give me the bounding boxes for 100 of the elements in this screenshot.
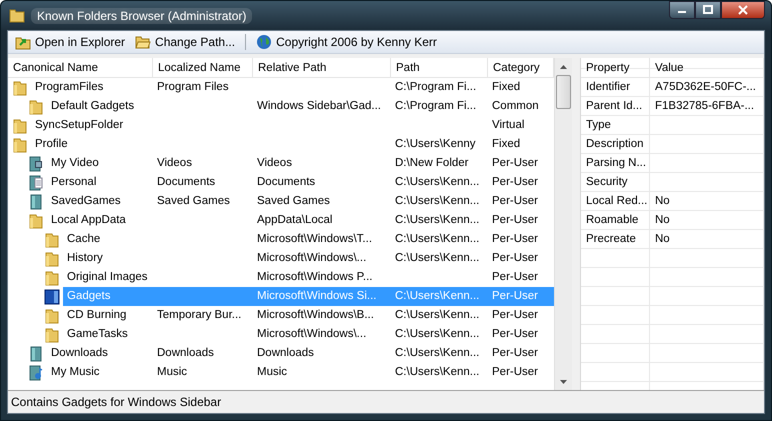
table-cell-text: Per-User — [492, 232, 538, 247]
tree-row[interactable]: SavedGames Saved Games Saved Games C:\Users\Kenn... Per-User — [47, 192, 554, 211]
folder-name: Cache — [67, 232, 100, 247]
binder-icon — [28, 194, 44, 210]
table-cell-text: Virtual — [492, 118, 524, 133]
tree-row[interactable]: Profile C:\Users\Kenny Fixed — [31, 135, 554, 154]
folder-name: Gadgets — [67, 289, 110, 304]
scroll-up-icon[interactable] — [560, 64, 568, 68]
folder-name: Downloads — [51, 346, 108, 361]
table-cell-text: Per-User — [492, 156, 538, 171]
folder-name: SavedGames — [51, 194, 121, 209]
table-cell-text: Microsoft\Windows\... — [257, 251, 366, 266]
table-cell-text: C:\Users\Kenn... — [395, 346, 480, 361]
tree-row[interactable]: Downloads Downloads Downloads C:\Users\Kenn... Per-User — [47, 344, 554, 363]
table-cell-text: Music — [257, 365, 288, 380]
table-cell-text: Per-User — [492, 289, 538, 304]
table-cell-text: Fixed — [492, 137, 520, 152]
column-header[interactable]: Path — [391, 58, 488, 78]
folder-name: Original Images — [67, 270, 148, 285]
folder-name: SyncSetupFolder — [35, 118, 124, 133]
folder-icon — [44, 250, 60, 266]
table-cell-text: Per-User — [492, 365, 538, 380]
maximize-icon — [702, 5, 714, 15]
close-button[interactable] — [721, 1, 765, 19]
table-cell-text: Downloads — [157, 346, 214, 361]
folder-icon — [44, 326, 60, 342]
folder-icon — [44, 232, 60, 248]
tree-row[interactable]: Default Gadgets Windows Sidebar\Gad... C:\Program Fi... Common — [47, 97, 554, 116]
table-cell-text: Microsoft\Windows\... — [257, 327, 366, 342]
table-cell-text: Fixed — [492, 80, 520, 95]
folder-name: My Video — [51, 156, 99, 171]
video-folder-icon — [28, 156, 44, 172]
table-cell-text: Videos — [257, 156, 292, 171]
table-cell-text: Microsoft\Windows P... — [257, 270, 372, 285]
folder-name: Local AppData — [51, 213, 126, 228]
folder-icon — [135, 34, 152, 50]
table-cell-text: Microsoft\Windows Si... — [257, 289, 376, 304]
folder-icon — [28, 212, 44, 228]
table-cell-text: Per-User — [492, 251, 538, 266]
tree-row[interactable]: ProgramFiles Program Files C:\Program Fi... Fixed — [31, 78, 554, 97]
tree-row[interactable]: SyncSetupFolder Virtual — [31, 116, 554, 135]
table-cell-text: Per-User — [492, 194, 538, 209]
tree-row[interactable]: My Video Videos Videos D:\New Folder Per-User — [47, 154, 554, 173]
documents-folder-icon — [28, 174, 44, 190]
window-title: Known Folders Browser (Administrator) — [31, 8, 252, 24]
folder-icon — [28, 98, 44, 114]
scroll-thumb[interactable] — [556, 75, 571, 109]
folder-name: My Music — [51, 365, 100, 380]
table-cell-text: C:\Users\Kenn... — [395, 327, 480, 342]
tree-row[interactable]: CD Burning Temporary Bur... Microsoft\Windows\B... C:\Users\Kenn... Per-User — [63, 306, 554, 325]
tree-row[interactable]: Original Images Microsoft\Windows P... Per-User — [63, 268, 554, 287]
tree-row[interactable]: History Microsoft\Windows\... C:\Users\Kenn... Per-User — [63, 249, 554, 268]
column-header[interactable]: Relative Path — [253, 58, 391, 78]
table-cell-text: C:\Users\Kenn... — [395, 308, 480, 323]
table-cell-text: Per-User — [492, 270, 538, 285]
table-cell-text: C:\Users\Kenn... — [395, 232, 480, 247]
table-cell-text: Microsoft\Windows\T... — [257, 232, 372, 247]
tree-row[interactable]: Personal Documents Documents C:\Users\Kenn... Per-User — [47, 173, 554, 192]
globe-icon — [256, 34, 272, 50]
scrollbar[interactable] — [554, 58, 572, 390]
table-cell-text: Documents — [157, 175, 216, 190]
music-folder-icon — [28, 364, 44, 380]
table-cell-text: Saved Games — [157, 194, 230, 209]
table-cell-text: Music — [157, 365, 188, 380]
minimize-button[interactable] — [669, 1, 695, 19]
table-cell-text: Per-User — [492, 327, 538, 342]
table-cell-text: AppData\Local — [257, 213, 332, 228]
folder-icon — [44, 308, 60, 324]
tree-row[interactable]: GameTasks Microsoft\Windows\... C:\Users\Kenn... Per-User — [63, 325, 554, 344]
binder-icon — [28, 346, 44, 362]
folder-name: ProgramFiles — [35, 80, 104, 95]
close-icon — [737, 5, 749, 15]
table-cell-text: Program Files — [157, 80, 229, 95]
tree-row[interactable]: Local AppData AppData\Local C:\Users\Kenn... Per-User — [47, 211, 554, 230]
folder-name: GameTasks — [67, 327, 128, 342]
scroll-down-icon[interactable] — [560, 380, 568, 384]
tree-row[interactable]: Cache Microsoft\Windows\T... C:\Users\Kenn... Per-User — [63, 230, 554, 249]
folder-icon — [12, 118, 28, 134]
table-cell-text: C:\Users\Kenn... — [395, 194, 480, 209]
table-cell-text: Per-User — [492, 308, 538, 323]
table-cell-text: C:\Program Fi... — [395, 80, 476, 95]
tree-row[interactable]: My Music Music Music C:\Users\Kenn... Per-User — [47, 363, 554, 382]
maximize-button[interactable] — [695, 1, 721, 19]
table-cell-text: D:\New Folder — [395, 156, 468, 171]
table-cell-text: Windows Sidebar\Gad... — [257, 99, 382, 114]
table-cell-text: C:\Users\Kenny — [395, 137, 476, 152]
table-cell-text: Temporary Bur... — [157, 308, 242, 323]
sidebar-icon — [44, 288, 60, 304]
table-cell-text: Per-User — [492, 175, 538, 190]
toolbar-button[interactable]: Copyright 2006 by Kenny Kerr — [253, 32, 440, 52]
toolbar-button[interactable]: Open in Explorer — [12, 32, 128, 52]
table-cell-text: C:\Users\Kenn... — [395, 213, 480, 228]
column-header[interactable]: Canonical Name — [8, 58, 153, 78]
table-cell-text: C:\Users\Kenn... — [395, 251, 480, 266]
toolbar-button[interactable]: Change Path... — [132, 32, 238, 52]
folder-name: CD Burning — [67, 308, 126, 323]
folder-name: Personal — [51, 175, 96, 190]
table-cell-text: C:\Users\Kenn... — [395, 289, 480, 304]
table-cell-text: Common — [492, 99, 539, 114]
column-header[interactable]: Localized Name — [153, 58, 253, 78]
